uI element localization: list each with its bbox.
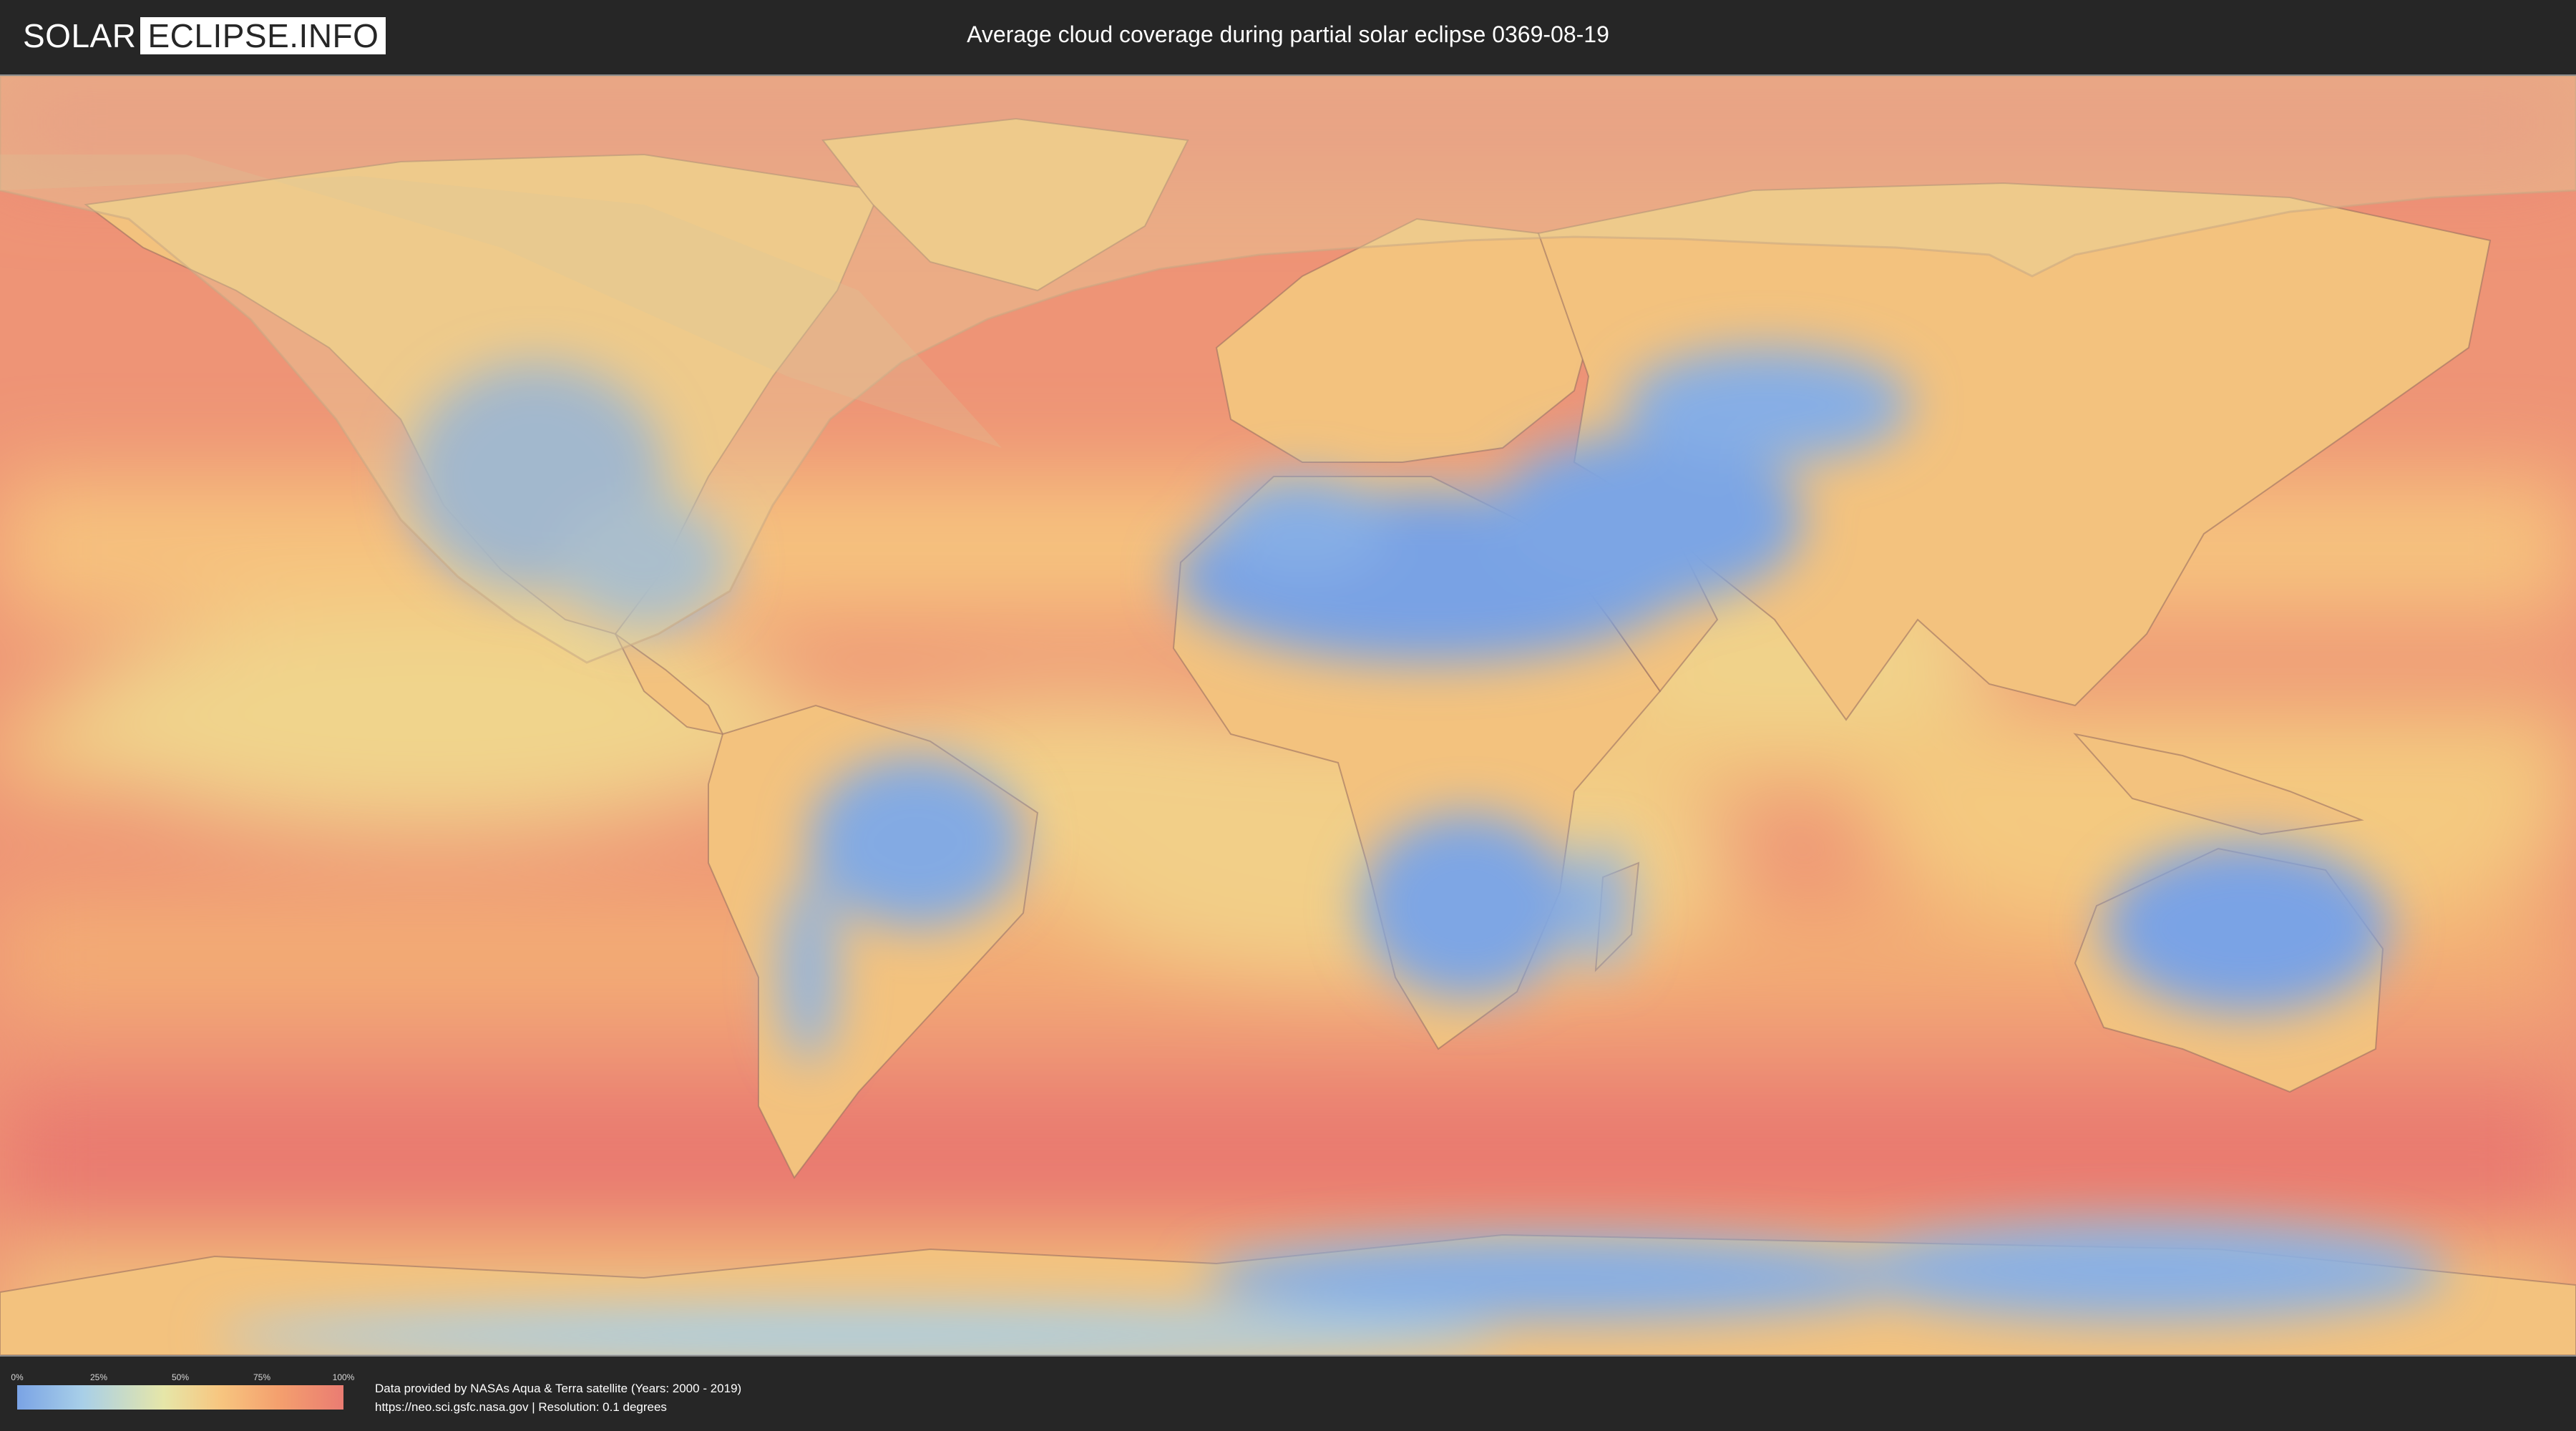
legend-tick-0: 0%: [11, 1372, 24, 1382]
data-credits: Data provided by NASAs Aqua & Terra sate…: [375, 1379, 741, 1417]
credits-line-source: Data provided by NASAs Aqua & Terra sate…: [375, 1382, 742, 1395]
legend-tick-75: 75%: [253, 1372, 271, 1382]
page-title: Average cloud coverage during partial so…: [967, 21, 1609, 47]
legend-tick-25: 25%: [89, 1372, 108, 1382]
footer-bar: 0% 25% 50% 75% 100% Data provided by NAS…: [0, 1357, 2576, 1431]
credits-line-url[interactable]: https://neo.sci.gsfc.nasa.gov | Resoluti…: [375, 1398, 741, 1417]
header-bar: SOLAR ECLIPSE.INFO Average cloud coverag…: [0, 0, 2576, 72]
legend-ticks: 0% 25% 50% 75% 100%: [11, 1372, 354, 1385]
world-map-svg: [0, 76, 2576, 1355]
cloud-coverage-map: [0, 74, 2576, 1357]
legend-tick-100: 100%: [332, 1372, 355, 1382]
legend-tick-50: 50%: [171, 1372, 190, 1382]
legend-color-bar: [17, 1385, 343, 1410]
cloud-coverage-legend: 0% 25% 50% 75% 100%: [11, 1372, 354, 1410]
